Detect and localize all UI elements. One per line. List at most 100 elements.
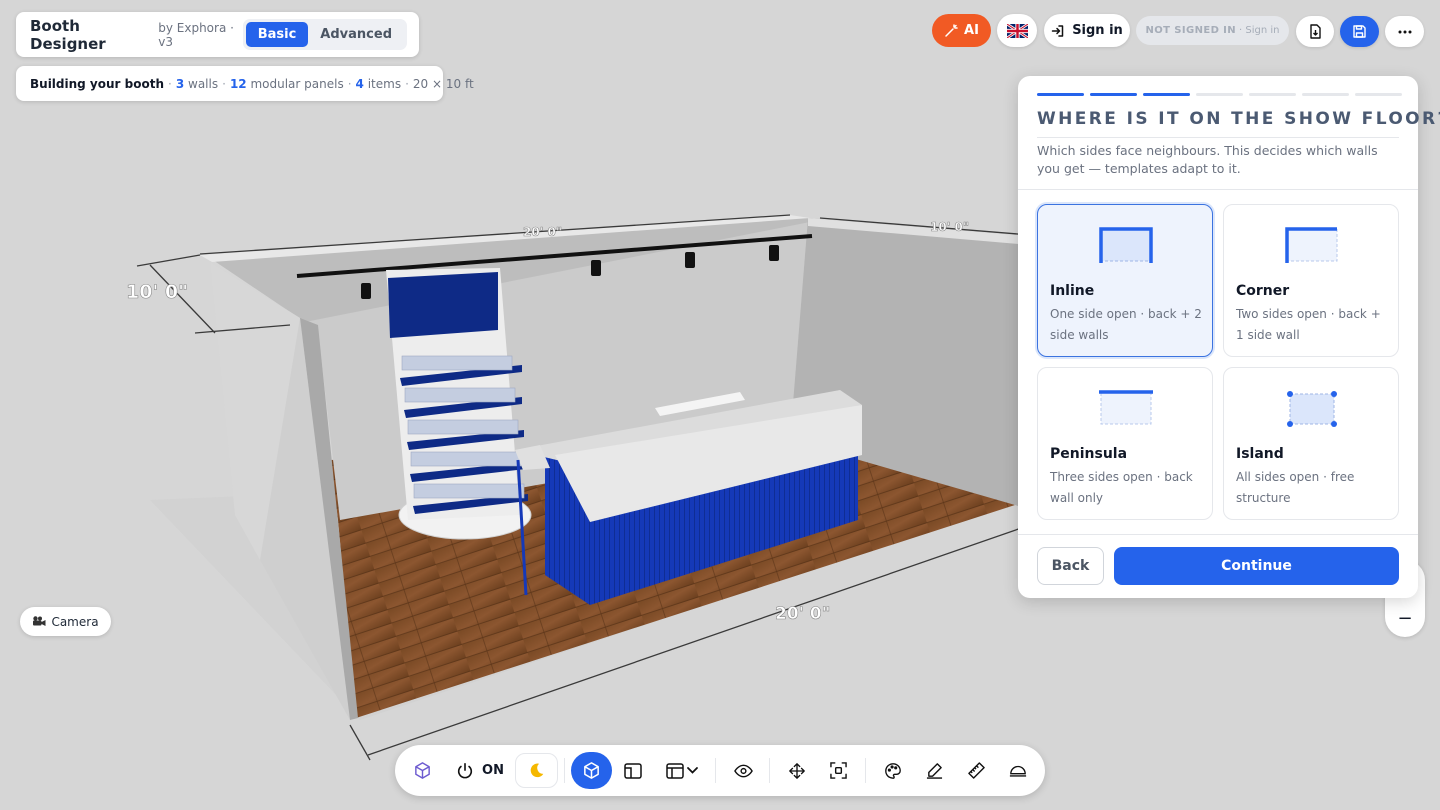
- progress-step-6: [1302, 93, 1349, 96]
- night-mode-button[interactable]: [515, 753, 558, 788]
- option-peninsula-desc: Three sides open · back wall only: [1050, 470, 1193, 505]
- login-icon: [1051, 24, 1064, 37]
- draw-tool-button[interactable]: [919, 752, 949, 789]
- wizard-title: WHERE IS IT ON THE SHOW FLOOR?: [1037, 109, 1440, 138]
- uk-flag-icon: [1006, 23, 1028, 38]
- video-camera-icon: [33, 616, 46, 626]
- move-icon: [789, 762, 805, 779]
- camera-label: Camera: [51, 614, 99, 629]
- toolbar-divider: [865, 758, 866, 783]
- island-layout-icon: [1287, 391, 1337, 427]
- ai-label: AI: [964, 23, 979, 38]
- progress-step-5: [1249, 93, 1296, 96]
- option-inline-desc: One side open · back + 2 side walls: [1050, 307, 1202, 342]
- ruler-icon: [967, 762, 985, 779]
- power-state-label: ON: [482, 763, 504, 778]
- wizard-footer-divider: [1018, 534, 1418, 535]
- view-3d-button[interactable]: [571, 752, 612, 789]
- ai-button[interactable]: AI: [932, 14, 991, 47]
- materials-button[interactable]: [878, 752, 908, 789]
- inline-layout-icon: [1099, 227, 1153, 263]
- zoom-out-button[interactable]: −: [1385, 600, 1425, 637]
- toolbar-divider: [564, 758, 565, 783]
- dome-light-icon: [1009, 765, 1027, 777]
- layout-dropdown-button[interactable]: [663, 752, 703, 789]
- option-island-desc: All sides open · free structure: [1236, 470, 1355, 505]
- move-tool-button[interactable]: [782, 752, 812, 789]
- language-button[interactable]: [997, 14, 1037, 47]
- peninsula-layout-icon: [1099, 390, 1153, 425]
- booth-model-button[interactable]: [407, 752, 437, 789]
- items-count: 4: [355, 76, 364, 91]
- mode-advanced-button[interactable]: Advanced: [308, 22, 404, 47]
- toolbar-divider: [715, 758, 716, 783]
- visibility-button[interactable]: [728, 752, 758, 789]
- option-peninsula[interactable]: Peninsula Three sides open · back wall o…: [1037, 367, 1213, 520]
- sign-in-label: Sign in: [1072, 23, 1123, 38]
- lighting-button[interactable]: [1003, 752, 1033, 789]
- 3d-view-icon: [584, 762, 599, 779]
- option-inline[interactable]: Inline One side open · back + 2 side wal…: [1037, 204, 1213, 357]
- option-inline-name: Inline: [1050, 283, 1095, 299]
- auth-status-pill[interactable]: NOT SIGNED IN · Sign in: [1136, 16, 1289, 45]
- eye-icon: [733, 764, 753, 777]
- camera-button[interactable]: Camera: [20, 607, 111, 636]
- status-prefix: Building your booth: [30, 76, 164, 91]
- cube-outline-icon: [414, 762, 430, 779]
- continue-button[interactable]: Continue: [1114, 547, 1399, 585]
- dimension-front-width-label: 20' 0": [775, 604, 830, 624]
- option-peninsula-name: Peninsula: [1050, 446, 1128, 462]
- wizard-progress: [1037, 93, 1402, 96]
- wizard-divider: [1018, 189, 1418, 190]
- dimension-side-depth-label: 10' 0": [930, 220, 969, 234]
- more-menu-button[interactable]: [1385, 16, 1424, 47]
- not-signed-sign-in-link[interactable]: · Sign in: [1239, 25, 1279, 36]
- save-button[interactable]: [1340, 16, 1379, 47]
- 2d-view-icon: [624, 762, 642, 779]
- app-subtitle: by Exphora · v3: [158, 20, 234, 49]
- sign-in-button[interactable]: Sign in: [1044, 14, 1130, 47]
- booth-size: 20 × 10 ft: [412, 76, 474, 91]
- focus-icon: [829, 762, 847, 779]
- dimension-height-label: 10' 0": [126, 281, 188, 303]
- option-corner-name: Corner: [1236, 283, 1290, 299]
- corner-layout-icon: [1285, 227, 1338, 263]
- booth-status-card: Building your booth · 3 walls · 12 modul…: [16, 66, 474, 101]
- layout-dropdown-icon: [666, 762, 698, 779]
- more-horizontal-icon: [1398, 30, 1411, 33]
- option-island[interactable]: Island All sides open · free structure: [1223, 367, 1399, 520]
- progress-step-3: [1143, 93, 1190, 96]
- floppy-disk-icon: [1353, 25, 1366, 38]
- walls-label: walls: [188, 76, 219, 91]
- power-icon: [457, 762, 473, 778]
- view-2d-button[interactable]: [618, 752, 648, 789]
- dimension-back-width-label: 20' 0": [523, 225, 562, 239]
- wizard-description: Which sides face neighbours. This decide…: [1037, 143, 1378, 176]
- magic-wand-icon: [945, 23, 958, 37]
- export-button[interactable]: [1296, 16, 1334, 47]
- app-header-card: Booth Designer by Exphora · v3 Basic Adv…: [16, 12, 419, 57]
- app-title: Booth Designer: [30, 16, 106, 53]
- file-export-icon: [1309, 24, 1321, 39]
- toolbar-divider: [769, 758, 770, 783]
- progress-step-2: [1090, 93, 1137, 96]
- panels-count: 12: [229, 76, 247, 91]
- walls-count: 3: [175, 76, 185, 91]
- bottom-toolbar: ON: [395, 745, 1045, 796]
- progress-step-7: [1355, 93, 1402, 96]
- power-toggle[interactable]: ON: [455, 752, 505, 789]
- option-corner[interactable]: Corner Two sides open · back + 1 side wa…: [1223, 204, 1399, 357]
- panels-label: modular panels: [250, 76, 344, 91]
- back-button[interactable]: Back: [1037, 547, 1104, 585]
- mode-basic-button[interactable]: Basic: [245, 22, 309, 47]
- measure-tool-button[interactable]: [961, 752, 991, 789]
- option-island-name: Island: [1236, 446, 1284, 462]
- moon-icon: [530, 763, 544, 778]
- option-corner-desc: Two sides open · back + 1 side wall: [1236, 307, 1381, 342]
- progress-step-1: [1037, 93, 1084, 96]
- booth-wizard-panel: WHERE IS IT ON THE SHOW FLOOR? Which sid…: [1018, 76, 1440, 598]
- focus-button[interactable]: [823, 752, 853, 789]
- mode-toggle: Basic Advanced: [242, 19, 407, 50]
- palette-icon: [885, 762, 901, 779]
- items-label: items: [367, 76, 402, 91]
